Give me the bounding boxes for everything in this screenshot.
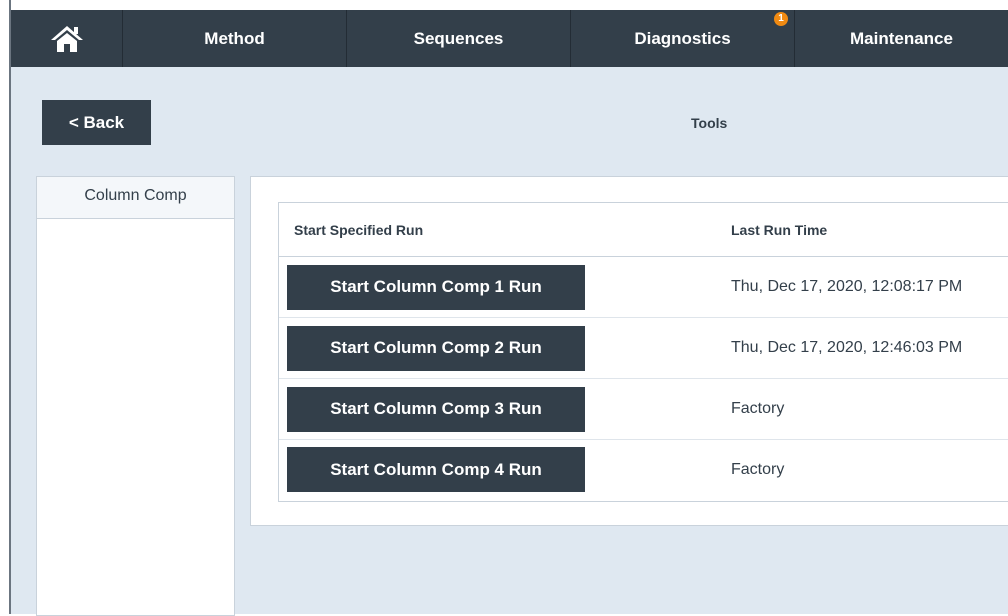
tab-method[interactable]: Method	[123, 10, 347, 67]
tab-method-label: Method	[204, 28, 265, 48]
start-column-comp-3-run-button[interactable]: Start Column Comp 3 Run	[287, 386, 585, 432]
run-button-cell: Start Column Comp 4 Run	[279, 447, 731, 492]
tab-diagnostics[interactable]: Diagnostics 1	[571, 10, 795, 67]
last-run-time-value: Factory	[731, 460, 785, 478]
tab-diagnostics-label: Diagnostics	[634, 28, 731, 48]
start-column-comp-4-run-button[interactable]: Start Column Comp 4 Run	[287, 447, 585, 492]
tab-maintenance-label: Maintenance	[850, 28, 953, 48]
tab-maintenance[interactable]: Maintenance	[795, 10, 1008, 67]
table-row: Start Column Comp 3 Run Factory	[279, 379, 1008, 440]
run-button-cell: Start Column Comp 2 Run	[279, 325, 731, 371]
run-button-cell: Start Column Comp 1 Run	[279, 264, 731, 310]
header-start-specified-run: Start Specified Run	[294, 221, 424, 238]
header-last-run-time: Last Run Time	[731, 221, 828, 238]
top-navigation-bar: Method Sequences Diagnostics 1 Maintenan…	[11, 10, 1008, 67]
back-button[interactable]: < Back	[42, 100, 151, 145]
last-run-time-value: Thu, Dec 17, 2020, 12:46:03 PM	[731, 339, 963, 356]
table-row: Start Column Comp 1 Run Thu, Dec 17, 202…	[279, 257, 1008, 318]
column-comp-panel: Start Specified Run Last Run Time Start …	[250, 176, 1008, 526]
page-title: Tools	[691, 115, 728, 131]
main-content: < Back Tools Column Comp Start Specified…	[11, 67, 1008, 616]
tab-sequences-label: Sequences	[413, 28, 504, 48]
last-run-time-value: Factory	[731, 400, 785, 417]
tab-sequences[interactable]: Sequences	[347, 10, 571, 67]
home-icon	[50, 25, 83, 52]
table-row: Start Column Comp 2 Run Thu, Dec 17, 202…	[279, 318, 1008, 379]
sidebar-item-label: Column Comp	[84, 187, 187, 204]
diagnostics-notification-badge: 1	[774, 12, 788, 26]
tools-sidebar: Column Comp	[36, 176, 235, 616]
start-column-comp-1-run-button[interactable]: Start Column Comp 1 Run	[287, 264, 585, 310]
sidebar-item-column-comp[interactable]: Column Comp	[37, 177, 234, 219]
column-comp-table: Start Specified Run Last Run Time Start …	[278, 202, 1008, 502]
last-run-time-value: Thu, Dec 17, 2020, 12:08:17 PM	[731, 278, 963, 295]
run-button-cell: Start Column Comp 3 Run	[279, 386, 731, 432]
table-header-row: Start Specified Run Last Run Time	[279, 203, 1008, 257]
home-button[interactable]	[11, 10, 123, 67]
start-column-comp-2-run-button[interactable]: Start Column Comp 2 Run	[287, 325, 585, 371]
table-row: Start Column Comp 4 Run Factory	[279, 440, 1008, 499]
window-edge	[0, 0, 9, 614]
